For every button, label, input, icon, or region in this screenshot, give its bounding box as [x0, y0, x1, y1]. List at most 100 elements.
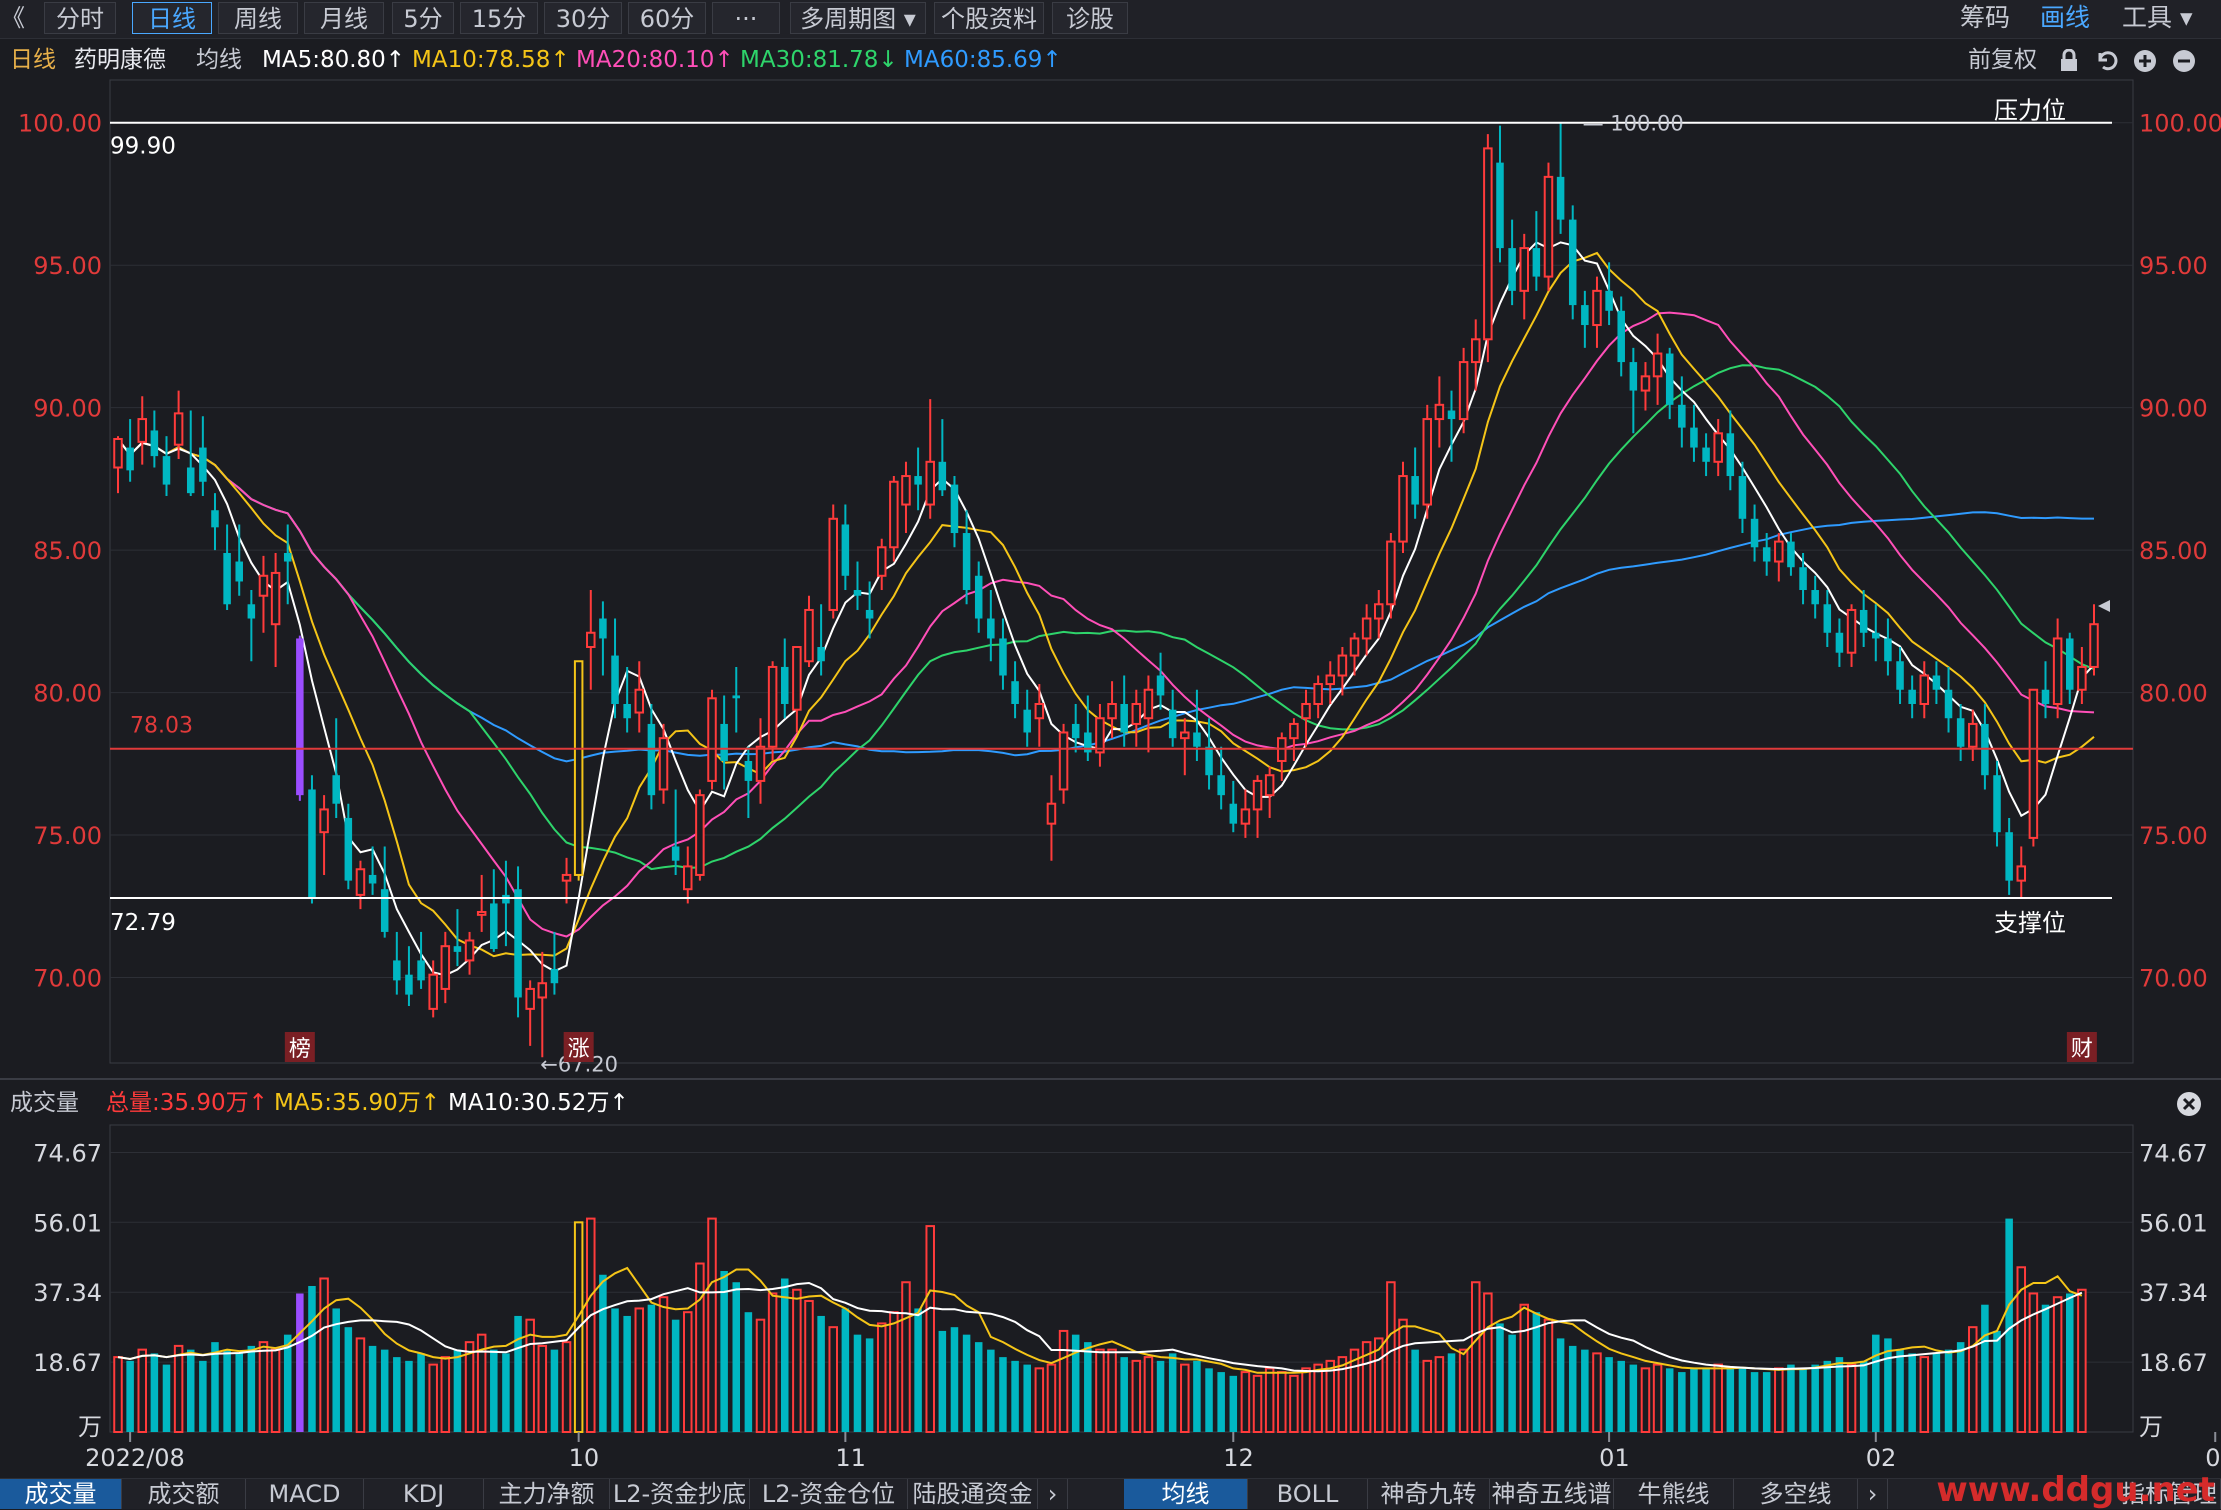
price-tick-right: 70.00	[2139, 965, 2208, 993]
candle-body	[283, 552, 292, 562]
candle-body	[270, 571, 281, 626]
candle-body	[1496, 162, 1504, 249]
price-tick-left: 90.00	[33, 395, 102, 423]
candle-body	[2028, 688, 2039, 839]
volume-bar	[1034, 1367, 1045, 1433]
candle-body	[2041, 689, 2050, 704]
volume-bar	[695, 1262, 705, 1434]
indicator-tab-5[interactable]: L2-资金抄底	[610, 1479, 750, 1509]
candle-body	[490, 903, 498, 950]
candle-body	[804, 608, 814, 663]
volume-bar	[1023, 1364, 1031, 1432]
ma20-line	[117, 311, 2095, 938]
stock-chart[interactable]: 100.00 100.00 95.00 95.00 90.00 90.00 85.00 85.…	[0, 0, 2221, 1478]
volume-bar	[1678, 1372, 1686, 1432]
candle-body	[1398, 475, 1408, 543]
volume-bar	[792, 1288, 802, 1433]
candle-body	[901, 475, 911, 506]
candle-body	[1337, 654, 1348, 677]
candle-body	[247, 604, 256, 619]
volume-bar	[1932, 1353, 1941, 1432]
candle-body	[876, 546, 887, 577]
volume-bar	[1846, 1363, 1857, 1433]
ma5-line	[117, 241, 2095, 977]
volume-bar	[355, 1337, 366, 1434]
x-tick-label: 01	[1599, 1444, 1630, 1472]
support-value: 72.79	[110, 910, 176, 936]
candle-body	[162, 456, 171, 485]
volume-bar	[1264, 1367, 1275, 1433]
indicator-tab-1[interactable]: 成交额	[122, 1479, 246, 1509]
volume-bar	[1095, 1348, 1105, 1434]
candle-body	[393, 960, 401, 981]
candle-body	[1470, 338, 1481, 364]
candle-body	[1205, 746, 1213, 776]
volume-bar	[1193, 1360, 1201, 1432]
candle-body	[755, 745, 766, 782]
price-tick-left: 75.00	[33, 822, 102, 850]
volume-bar	[1120, 1357, 1128, 1432]
candle-body	[1180, 731, 1190, 740]
candle-body	[173, 412, 184, 446]
candle-body	[355, 868, 366, 896]
candle-body	[914, 476, 922, 485]
candle-body	[1034, 702, 1045, 720]
volume-bar	[744, 1312, 753, 1432]
candle-body	[453, 946, 462, 952]
close-circle-icon[interactable]	[2176, 1091, 2202, 1128]
volume-title-row: 成交量 总量:35.90万↑ MA5:35.90万↑ MA10:30.52万↑	[0, 1085, 2221, 1121]
volume-bar	[113, 1356, 123, 1433]
volume-bar	[865, 1338, 874, 1432]
indicator-tab-2[interactable]: MACD	[246, 1479, 364, 1509]
candle-body	[707, 697, 717, 782]
indicator-tab-7[interactable]: 陆股通资金	[908, 1479, 1038, 1509]
overlay-tab-0[interactable]: 均线	[1124, 1479, 1248, 1509]
candle-body	[817, 647, 825, 662]
candle-body	[1702, 447, 1710, 462]
price-tick-right: 75.00	[2139, 822, 2208, 850]
volume-bar	[1944, 1349, 1953, 1432]
overlay-tab-2[interactable]: 神奇九转	[1368, 1479, 1490, 1509]
volume-bar	[1762, 1372, 1771, 1432]
volume-bar	[1289, 1374, 1299, 1433]
candle-body	[1823, 604, 1832, 633]
candle-body	[1713, 432, 1723, 463]
volume-bar	[683, 1311, 693, 1433]
volume-bar	[876, 1322, 887, 1434]
indicator-tab-0[interactable]: 成交量	[0, 1479, 122, 1509]
volume-bar	[2077, 1288, 2087, 1433]
overlay-tab-4[interactable]: 牛熊线	[1614, 1479, 1734, 1509]
volume-bar	[804, 1299, 814, 1433]
candle-body	[1605, 290, 1613, 311]
candle-body	[1532, 248, 1541, 277]
price-tick-left: 95.00	[33, 252, 102, 280]
chevron-right-icon-2[interactable]: ›	[1858, 1479, 1888, 1509]
indicator-tab-4[interactable]: 主力净额	[484, 1479, 610, 1509]
candle-body	[258, 574, 269, 597]
volume-bar	[1229, 1375, 1238, 1432]
overlay-tab-1[interactable]: BOLL	[1248, 1479, 1368, 1509]
ma60-line	[117, 438, 2094, 763]
volume-bar	[950, 1327, 959, 1432]
volume-bar	[1240, 1371, 1251, 1433]
candle-body	[1690, 427, 1698, 448]
candle-body	[199, 447, 207, 482]
volume-tick-left: 74.67	[33, 1139, 102, 1167]
volume-bar	[599, 1274, 607, 1432]
volume-bar	[1398, 1318, 1408, 1434]
chevron-right-icon[interactable]: ›	[1038, 1479, 1068, 1509]
candle-body	[889, 480, 899, 549]
candle-body	[296, 638, 304, 796]
candle-body	[950, 484, 959, 534]
candle-body	[1750, 518, 1759, 548]
volume-bar	[1859, 1360, 1868, 1432]
candle-body	[1738, 476, 1747, 519]
candle-body	[841, 524, 850, 576]
indicator-tab-6[interactable]: L2-资金仓位	[750, 1479, 908, 1509]
volume-bar	[586, 1217, 596, 1433]
indicator-tab-3[interactable]: KDJ	[364, 1479, 484, 1509]
overlay-tab-5[interactable]: 多空线	[1734, 1479, 1858, 1509]
volume-bar	[1011, 1360, 1019, 1432]
overlay-tab-3[interactable]: 神奇五线谱	[1490, 1479, 1614, 1509]
volume-bar	[999, 1357, 1007, 1432]
